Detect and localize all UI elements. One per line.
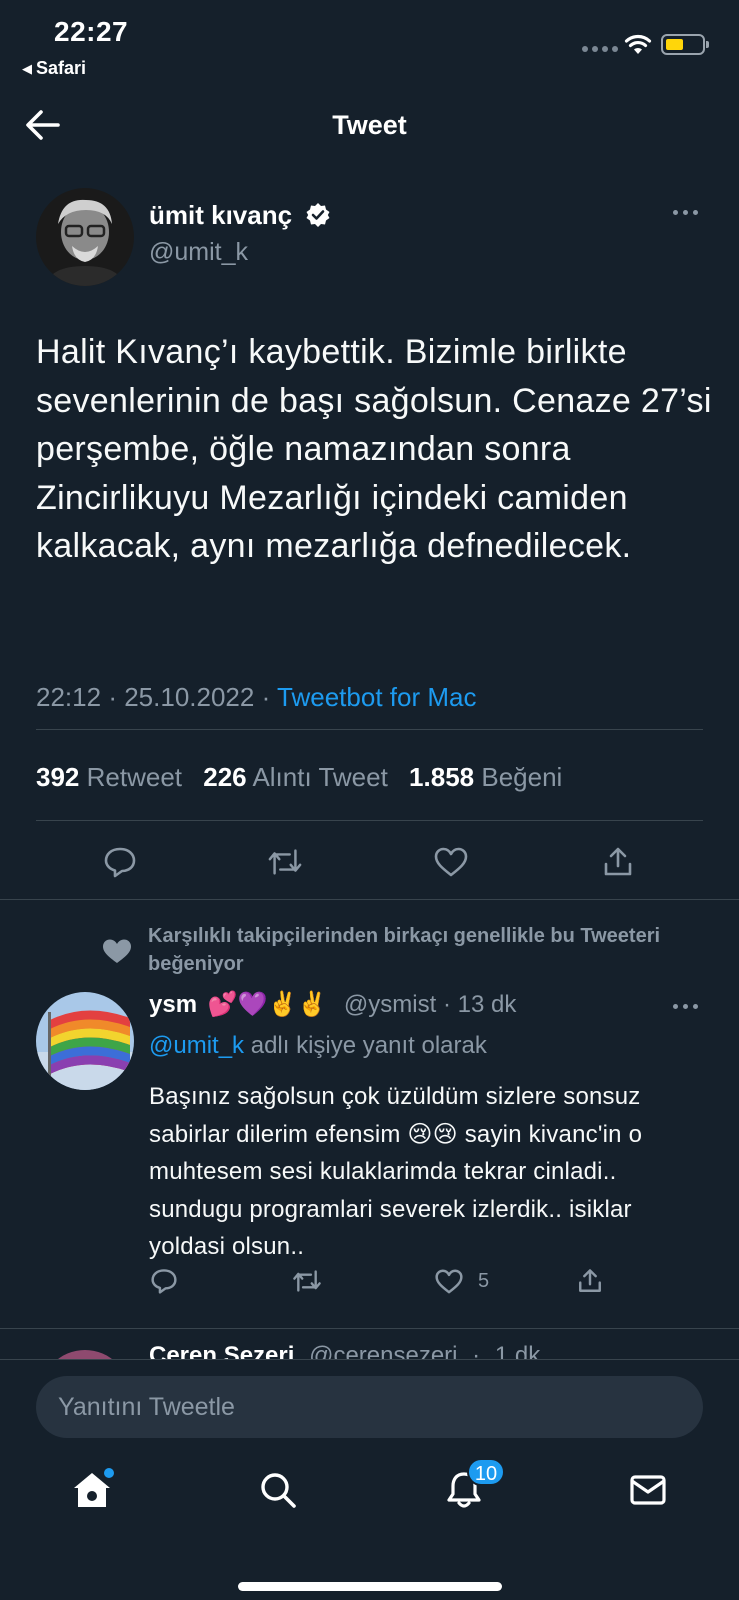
reply-share-icon[interactable] [575, 1266, 605, 1296]
next-reply-author-handle[interactable]: @cerensezeri [309, 1342, 457, 1360]
author-name-text: ümit kıvanç [149, 200, 293, 230]
next-reply-time: 1 dk [494, 1342, 541, 1360]
verified-badge-icon [306, 203, 330, 227]
tab-search[interactable] [256, 1468, 300, 1512]
reply-compose-input[interactable] [36, 1376, 703, 1438]
search-icon [261, 1473, 296, 1508]
reply-reply-icon[interactable] [149, 1266, 179, 1296]
meta-separator: · [442, 991, 451, 1018]
battery-icon [661, 34, 709, 55]
bottom-bar: 10 [0, 1359, 739, 1600]
reply-compose-box[interactable] [36, 1376, 703, 1438]
author-name[interactable]: ümit kıvanç [149, 200, 331, 231]
tweet-date: 25.10.2022 [124, 682, 255, 712]
tweet-timestamp: 22:12 · 25.10.2022 · Tweetbot for Mac [36, 682, 476, 713]
share-icon[interactable] [600, 844, 636, 880]
tweet-time: 22:12 [36, 682, 102, 712]
reply-time: 13 dk [457, 991, 517, 1018]
next-reply-tweet[interactable]: Ceren Sezeri @cerensezeri · 1 dk [0, 1330, 739, 1360]
mail-icon [630, 1475, 666, 1505]
top-navigation-bar: Tweet [0, 90, 739, 162]
meta-separator: · [261, 682, 271, 712]
cellular-signal-icon [582, 46, 618, 52]
tweet-actions [0, 820, 739, 900]
social-context-text: Karşılıklı takipçilerinden birkaçı genel… [148, 925, 661, 975]
next-reply-author-name[interactable]: Ceren Sezeri [149, 1342, 294, 1360]
tweet-stats: 392 Retweet 226 Alıntı Tweet 1.858 Beğen… [36, 762, 562, 793]
reply-like-count: 5 [478, 1270, 490, 1292]
author-avatar[interactable] [36, 188, 134, 286]
meta-separator: · [108, 682, 117, 712]
tweet-source-link[interactable]: Tweetbot for Mac [277, 682, 476, 712]
tab-bar: 10 [0, 1450, 739, 1530]
like-icon[interactable] [433, 844, 469, 880]
reply-author-handle[interactable]: @ysmist [344, 991, 436, 1018]
home-indicator[interactable] [238, 1582, 502, 1591]
retweets-stat[interactable]: 392 Retweet [36, 762, 182, 792]
tweet-detail-screen: 22:27 ◀ Safari Tweet ümit kıvanç @umit_k… [0, 0, 739, 1600]
reply-avatar[interactable] [36, 992, 134, 1090]
tweet-text: Halit Kıvanç’ı kaybettik. Bizimle birlik… [36, 333, 712, 566]
replying-to: @umit_k adlı kişiye yanıt olarak [149, 1032, 487, 1060]
reply-like-icon[interactable] [434, 1266, 464, 1296]
notifications-badge: 10 [467, 1458, 505, 1486]
reply-text: Başınız sağolsun çok üzüldüm sizlere son… [149, 1083, 643, 1260]
tab-messages[interactable] [626, 1468, 670, 1512]
reply-header: ysm 💕💜✌️✌️ @ysmist · 13 dk [149, 990, 516, 1019]
reply-author-emojis: 💕💜✌️✌️ [207, 991, 328, 1018]
retweet-icon[interactable] [267, 844, 303, 880]
home-unread-dot [104, 1468, 114, 1478]
wifi-icon [624, 34, 652, 54]
reply-to-suffix: adlı kişiye yanıt olarak [250, 1032, 487, 1059]
reply-retweet-icon[interactable] [292, 1266, 322, 1296]
section-divider [0, 1328, 739, 1329]
tab-home[interactable] [70, 1468, 114, 1512]
more-options-icon[interactable] [673, 210, 698, 215]
back-triangle-icon: ◀ [22, 61, 32, 76]
back-app-label: Safari [36, 58, 87, 78]
meta-separator: · [472, 1342, 481, 1360]
divider [36, 729, 703, 730]
quotes-stat[interactable]: 226 Alıntı Tweet [203, 762, 388, 792]
reply-author-name[interactable]: ysm [149, 991, 197, 1018]
status-bar: 22:27 ◀ Safari [0, 0, 739, 90]
reply-actions: 5 [0, 1266, 739, 1306]
heart-icon [103, 939, 131, 963]
likes-stat[interactable]: 1.858 Beğeni [409, 762, 562, 792]
next-reply-header: Ceren Sezeri @cerensezeri · 1 dk [149, 1342, 540, 1360]
section-divider [0, 899, 739, 900]
status-time: 22:27 [54, 16, 129, 47]
back-to-app-link[interactable]: ◀ Safari [22, 58, 86, 79]
page-title: Tweet [332, 110, 407, 140]
reply-more-options-icon[interactable] [673, 1004, 698, 1009]
reply-icon[interactable] [102, 844, 138, 880]
reply-to-mention[interactable]: @umit_k [149, 1032, 244, 1059]
author-handle[interactable]: @umit_k [149, 238, 248, 267]
